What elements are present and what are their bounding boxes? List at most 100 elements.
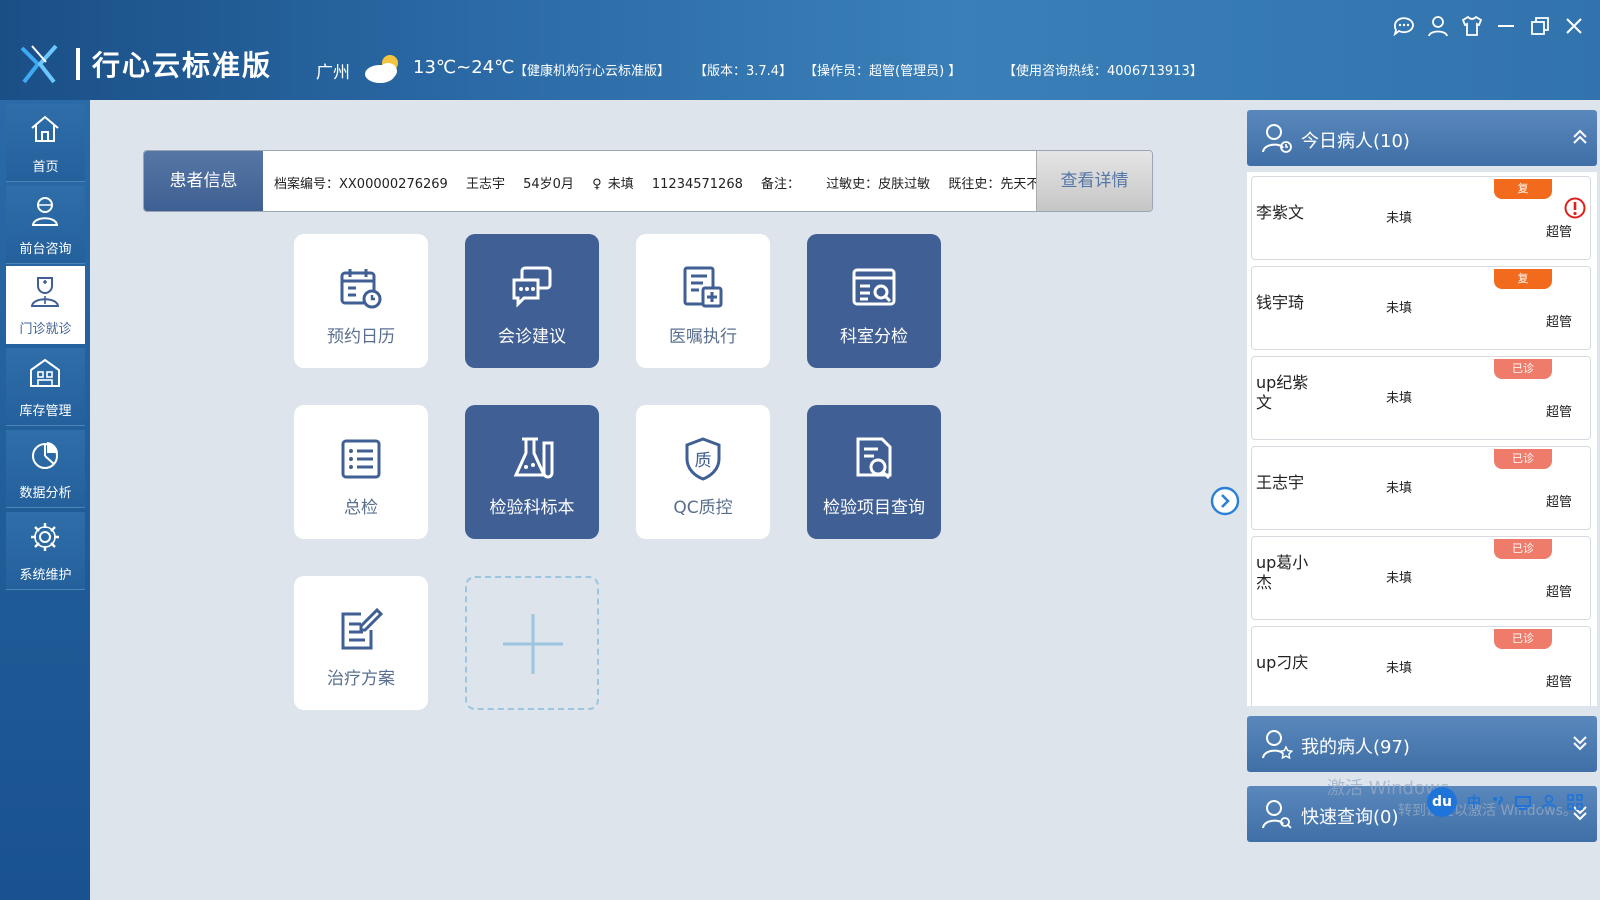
patient-card[interactable]: up葛小杰 未填 已诊 超管 — [1251, 536, 1591, 620]
version-label: 【版本：3.7.4】 — [694, 64, 793, 79]
patient-card-doctor: 超管 — [1545, 225, 1572, 240]
patient-name: 王志宇 — [465, 177, 505, 192]
patient-age: 54岁0月 — [523, 177, 574, 192]
ime-user-icon[interactable] — [1541, 794, 1557, 810]
patient-card-badge: 复 — [1494, 269, 1552, 289]
restore-icon[interactable] — [1528, 14, 1552, 38]
qc-shield-icon: 质 — [685, 437, 721, 481]
patient-card-status: 未填 — [1386, 301, 1413, 316]
my-patients-header[interactable]: 我的病人(97) — [1247, 716, 1597, 772]
tile-general-exam[interactable]: 总检 — [294, 405, 428, 539]
tile-lab-specimen[interactable]: 检验科标本 — [465, 405, 599, 539]
user-star-icon — [1262, 730, 1293, 760]
patient-card-badge: 已诊 — [1494, 629, 1552, 649]
ime-keyboard-icon[interactable] — [1515, 794, 1531, 810]
patient-card-status: 未填 — [1386, 661, 1413, 676]
doctor-icon — [30, 277, 60, 307]
tile-label: 总检 — [344, 498, 378, 518]
user-icon[interactable] — [1426, 14, 1450, 38]
edit-icon — [341, 607, 384, 650]
nav-item-data-analysis[interactable]: 数据分析 — [6, 430, 85, 508]
tile-treatment-plan[interactable]: 治疗方案 — [294, 576, 428, 710]
partly-cloudy-icon — [365, 55, 398, 83]
tile-appointment-calendar[interactable]: 预约日历 — [294, 234, 428, 368]
weather-temperature: 13℃~24℃ — [413, 57, 515, 78]
nav-label: 系统维护 — [19, 568, 72, 583]
nav-item-home[interactable]: 首页 — [6, 104, 85, 182]
patient-card[interactable]: up纪紫文 未填 已诊 超管 — [1251, 356, 1591, 440]
patient-card-status: 未填 — [1386, 571, 1413, 586]
tile-qc-control[interactable]: 质 QC质控 — [636, 405, 770, 539]
flask-icon — [513, 437, 554, 479]
tile-label: 检验科标本 — [489, 498, 575, 518]
institution-label: 【健康机构行心云标准版】 — [514, 64, 671, 79]
patient-card[interactable]: up刁庆 未填 已诊 超管 — [1251, 626, 1591, 706]
minimize-icon[interactable] — [1494, 14, 1518, 38]
skin-icon[interactable] — [1460, 14, 1484, 38]
patient-card[interactable]: 钱宇琦 未填 复 超管 — [1251, 266, 1591, 350]
expand-panel-icon[interactable] — [1210, 486, 1240, 516]
patient-card-name: up葛小杰 — [1256, 553, 1309, 592]
patient-phone: 11234571268 — [651, 177, 743, 192]
tile-lab-item-query[interactable]: 检验项目查询 — [807, 405, 941, 539]
settings-icon — [31, 523, 59, 551]
patient-card-badge: 复 — [1494, 179, 1552, 199]
patient-card-badge: 已诊 — [1494, 449, 1552, 469]
consultant-icon — [31, 197, 59, 226]
close-icon[interactable] — [1562, 14, 1586, 38]
patient-info-text: 档案编号：XX00000276269 王志宇 54岁0月 ♀ 未填 112345… — [274, 173, 1066, 192]
home-icon — [31, 115, 59, 142]
ime-mode-chinese[interactable]: 中 — [1467, 792, 1481, 812]
gender-icon: ♀ — [592, 177, 602, 192]
today-patients-header[interactable]: 今日病人(10) — [1247, 110, 1597, 166]
patient-card-name: up纪紫文 — [1256, 373, 1309, 412]
nav-label: 库存管理 — [19, 404, 72, 419]
chevron-down-icon[interactable] — [1571, 734, 1589, 752]
nav-label: 门诊就诊 — [19, 322, 72, 337]
patient-info-label: 患者信息 — [144, 151, 263, 211]
view-details-button[interactable]: 查看详情 — [1036, 151, 1152, 211]
patient-card-doctor: 超管 — [1545, 405, 1572, 420]
alert-icon — [1564, 197, 1586, 219]
patient-card[interactable]: 王志宇 未填 已诊 超管 — [1251, 446, 1591, 530]
chart-icon — [32, 442, 58, 469]
ime-toolbar[interactable]: du 中 — [1427, 784, 1600, 820]
patient-card-doctor: 超管 — [1545, 675, 1572, 690]
patient-info-bar: 患者信息 档案编号：XX00000276269 王志宇 54岁0月 ♀ 未填 1… — [143, 150, 1153, 212]
patient-card-badge: 已诊 — [1494, 539, 1552, 559]
ime-logo[interactable]: du — [1427, 787, 1457, 817]
patient-card-name: 李紫文 — [1256, 203, 1305, 222]
nav-item-front-desk[interactable]: 前台咨询 — [6, 186, 85, 264]
consult-chat-icon — [512, 266, 552, 308]
left-navigation: 首页 前台咨询 门诊就诊 库存管理 数据分析 系统维护 — [0, 100, 90, 900]
doc-search-icon — [856, 437, 892, 480]
nav-item-inventory[interactable]: 库存管理 — [6, 348, 85, 426]
patient-card-status: 未填 — [1386, 481, 1413, 496]
tile-label: 检验项目查询 — [823, 498, 925, 518]
nav-label: 数据分析 — [19, 486, 72, 501]
tile-label: QC质控 — [673, 498, 733, 518]
weather-city: 广州 — [316, 63, 350, 83]
tile-consultation[interactable]: 会诊建议 — [465, 234, 599, 368]
svg-text:质: 质 — [695, 451, 712, 471]
patient-card[interactable]: 李紫文 未填 复 超管 — [1251, 176, 1591, 260]
chevron-up-icon[interactable] — [1571, 128, 1589, 146]
ime-grid-icon[interactable] — [1567, 794, 1583, 810]
list-icon — [341, 439, 381, 479]
nav-item-outpatient[interactable]: 门诊就诊 — [6, 266, 85, 344]
app-logo-icon — [20, 44, 58, 84]
patient-allergy: 过敏史：皮肤过敏 — [826, 177, 931, 192]
add-tile-button[interactable] — [465, 576, 599, 710]
ime-punctuation-icon[interactable] — [1491, 794, 1505, 810]
tile-label: 治疗方案 — [327, 669, 395, 689]
tile-order-execution[interactable]: 医嘱执行 — [636, 234, 770, 368]
app-header: 行心云标准版 广州 13℃~24℃ 【健康机构行心云标准版】 【版本：3.7.4… — [0, 0, 1600, 100]
patient-card-name: 钱宇琦 — [1256, 293, 1305, 312]
patient-gender: 未填 — [607, 177, 634, 192]
tile-department-triage[interactable]: 科室分检 — [807, 234, 941, 368]
title-divider — [76, 48, 80, 80]
chat-icon[interactable] — [1392, 14, 1416, 38]
today-patients-title: 今日病人(10) — [1301, 131, 1410, 152]
nav-item-system[interactable]: 系统维护 — [6, 512, 85, 590]
quick-search-title: 快速查询(0) — [1301, 807, 1399, 828]
